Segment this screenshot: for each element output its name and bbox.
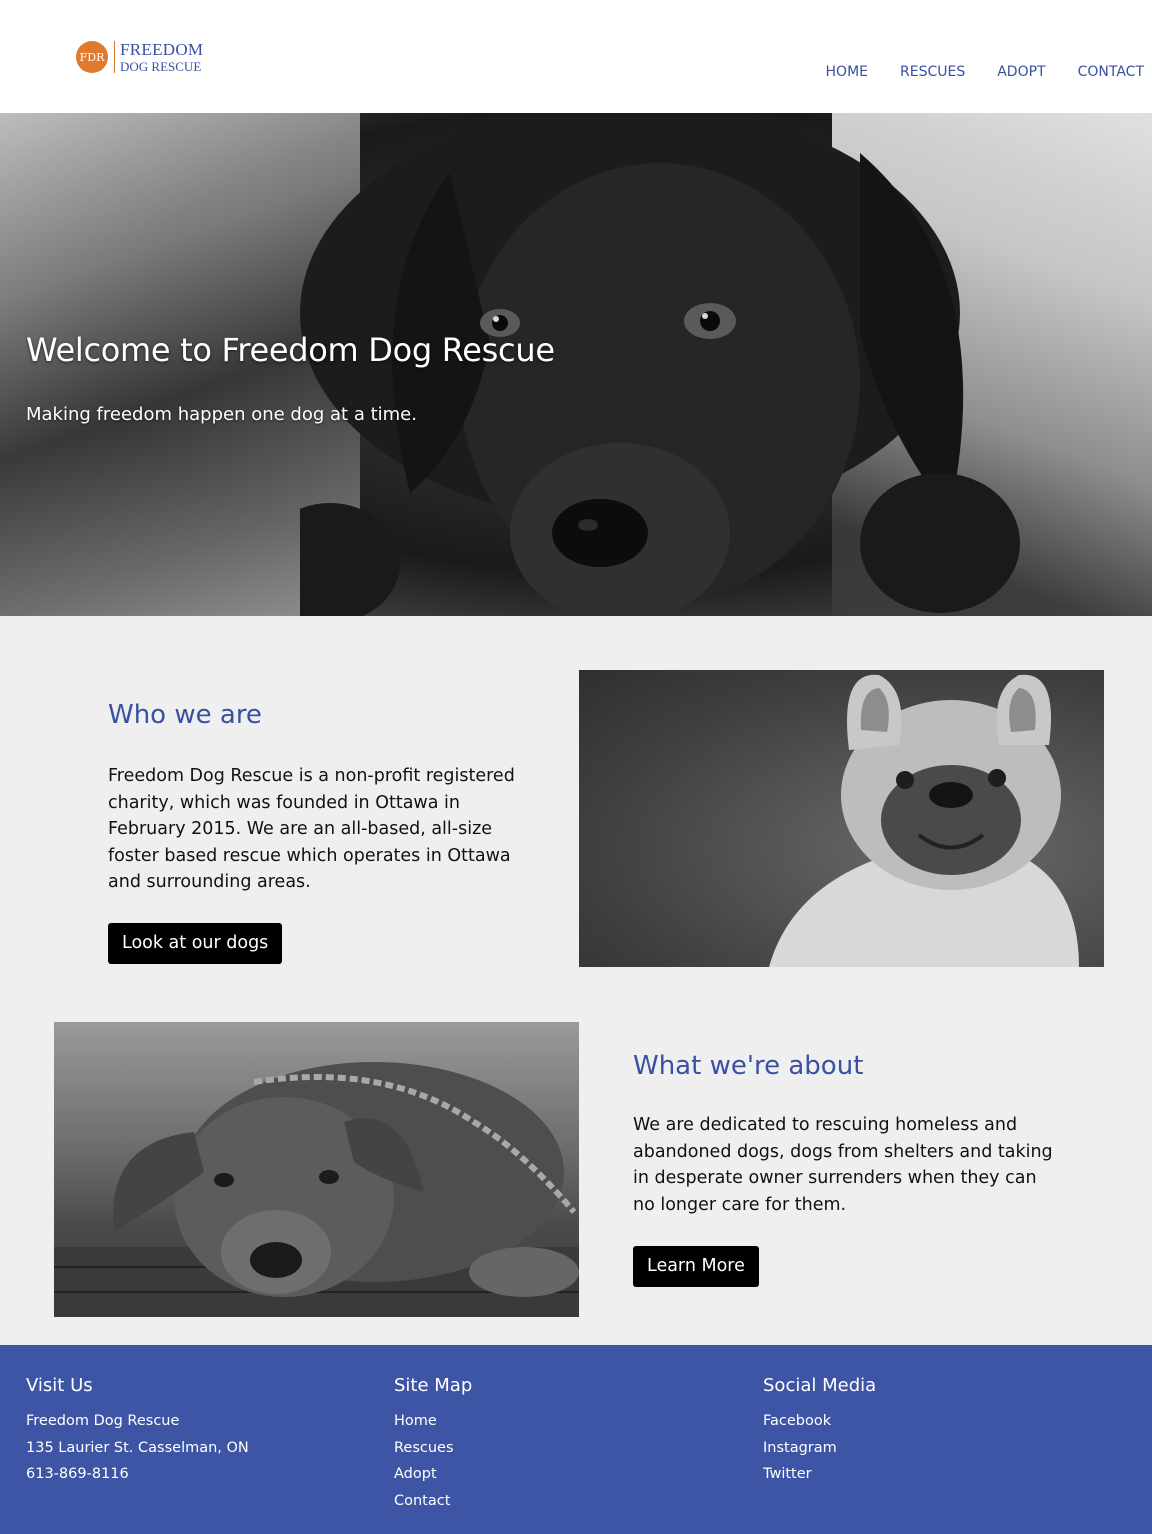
footer-sitemap-heading: Site Map	[394, 1375, 473, 1396]
footer-link-contact[interactable]: Contact	[394, 1493, 450, 1509]
footer-address: 135 Laurier St. Casselman, ON	[26, 1439, 249, 1456]
logo-line-2: DOG RESCUE	[120, 59, 202, 74]
nav-adopt[interactable]: ADOPT	[997, 64, 1045, 80]
french-bulldog-photo	[579, 670, 1104, 967]
hero-subtitle: Making freedom happen one dog at a time.	[26, 404, 417, 425]
puppy-on-deck-image	[54, 1062, 579, 1317]
footer-link-adopt[interactable]: Adopt	[394, 1466, 437, 1482]
logo-divider	[114, 41, 115, 73]
who-heading: Who we are	[108, 700, 262, 730]
site-logo[interactable]: FDR FREEDOM DOG RESCUE	[76, 41, 203, 73]
logo-wordmark: FREEDOM DOG RESCUE	[120, 41, 203, 73]
footer-visit-heading: Visit Us	[26, 1375, 93, 1396]
footer-social-media: Social Media Facebook Instagram Twitter	[763, 1375, 876, 1488]
footer-link-facebook[interactable]: Facebook	[763, 1413, 831, 1429]
hero-title: Welcome to Freedom Dog Rescue	[26, 331, 555, 369]
footer-visit-us: Visit Us Freedom Dog Rescue 135 Laurier …	[26, 1375, 249, 1488]
footer-social-heading: Social Media	[763, 1375, 877, 1396]
about-text: We are dedicated to rescuing homeless an…	[633, 1115, 1053, 1215]
footer-site-map: Site Map Home Rescues Adopt Contact	[394, 1375, 472, 1514]
learn-more-button[interactable]: Learn More	[633, 1246, 759, 1287]
nav-contact[interactable]: CONTACT	[1078, 64, 1144, 80]
hero-banner: Welcome to Freedom Dog Rescue Making fre…	[0, 113, 1152, 616]
puppy-on-deck-photo	[54, 1022, 579, 1317]
logo-line-1: FREEDOM	[120, 40, 204, 59]
footer-link-twitter[interactable]: Twitter	[763, 1466, 812, 1482]
nav-rescues[interactable]: RESCUES	[900, 64, 965, 80]
look-at-dogs-button[interactable]: Look at our dogs	[108, 923, 283, 964]
who-text: Freedom Dog Rescue is a non-profit regis…	[108, 766, 515, 892]
footer-link-home[interactable]: Home	[394, 1413, 437, 1429]
nav-home[interactable]: HOME	[826, 64, 868, 80]
site-header: FDR FREEDOM DOG RESCUE HOME RESCUES ADOP…	[0, 0, 1152, 113]
about-heading: What we're about	[633, 1051, 864, 1081]
site-footer: Visit Us Freedom Dog Rescue 135 Laurier …	[0, 1345, 1152, 1534]
footer-link-rescues[interactable]: Rescues	[394, 1440, 454, 1456]
main-nav: HOME RESCUES ADOPT CONTACT	[794, 64, 1144, 80]
footer-link-instagram[interactable]: Instagram	[763, 1440, 837, 1456]
french-bulldog-image	[769, 674, 1079, 967]
logo-badge: FDR	[76, 41, 108, 73]
footer-org-name: Freedom Dog Rescue	[26, 1413, 180, 1429]
footer-phone: 613-869-8116	[26, 1466, 129, 1482]
